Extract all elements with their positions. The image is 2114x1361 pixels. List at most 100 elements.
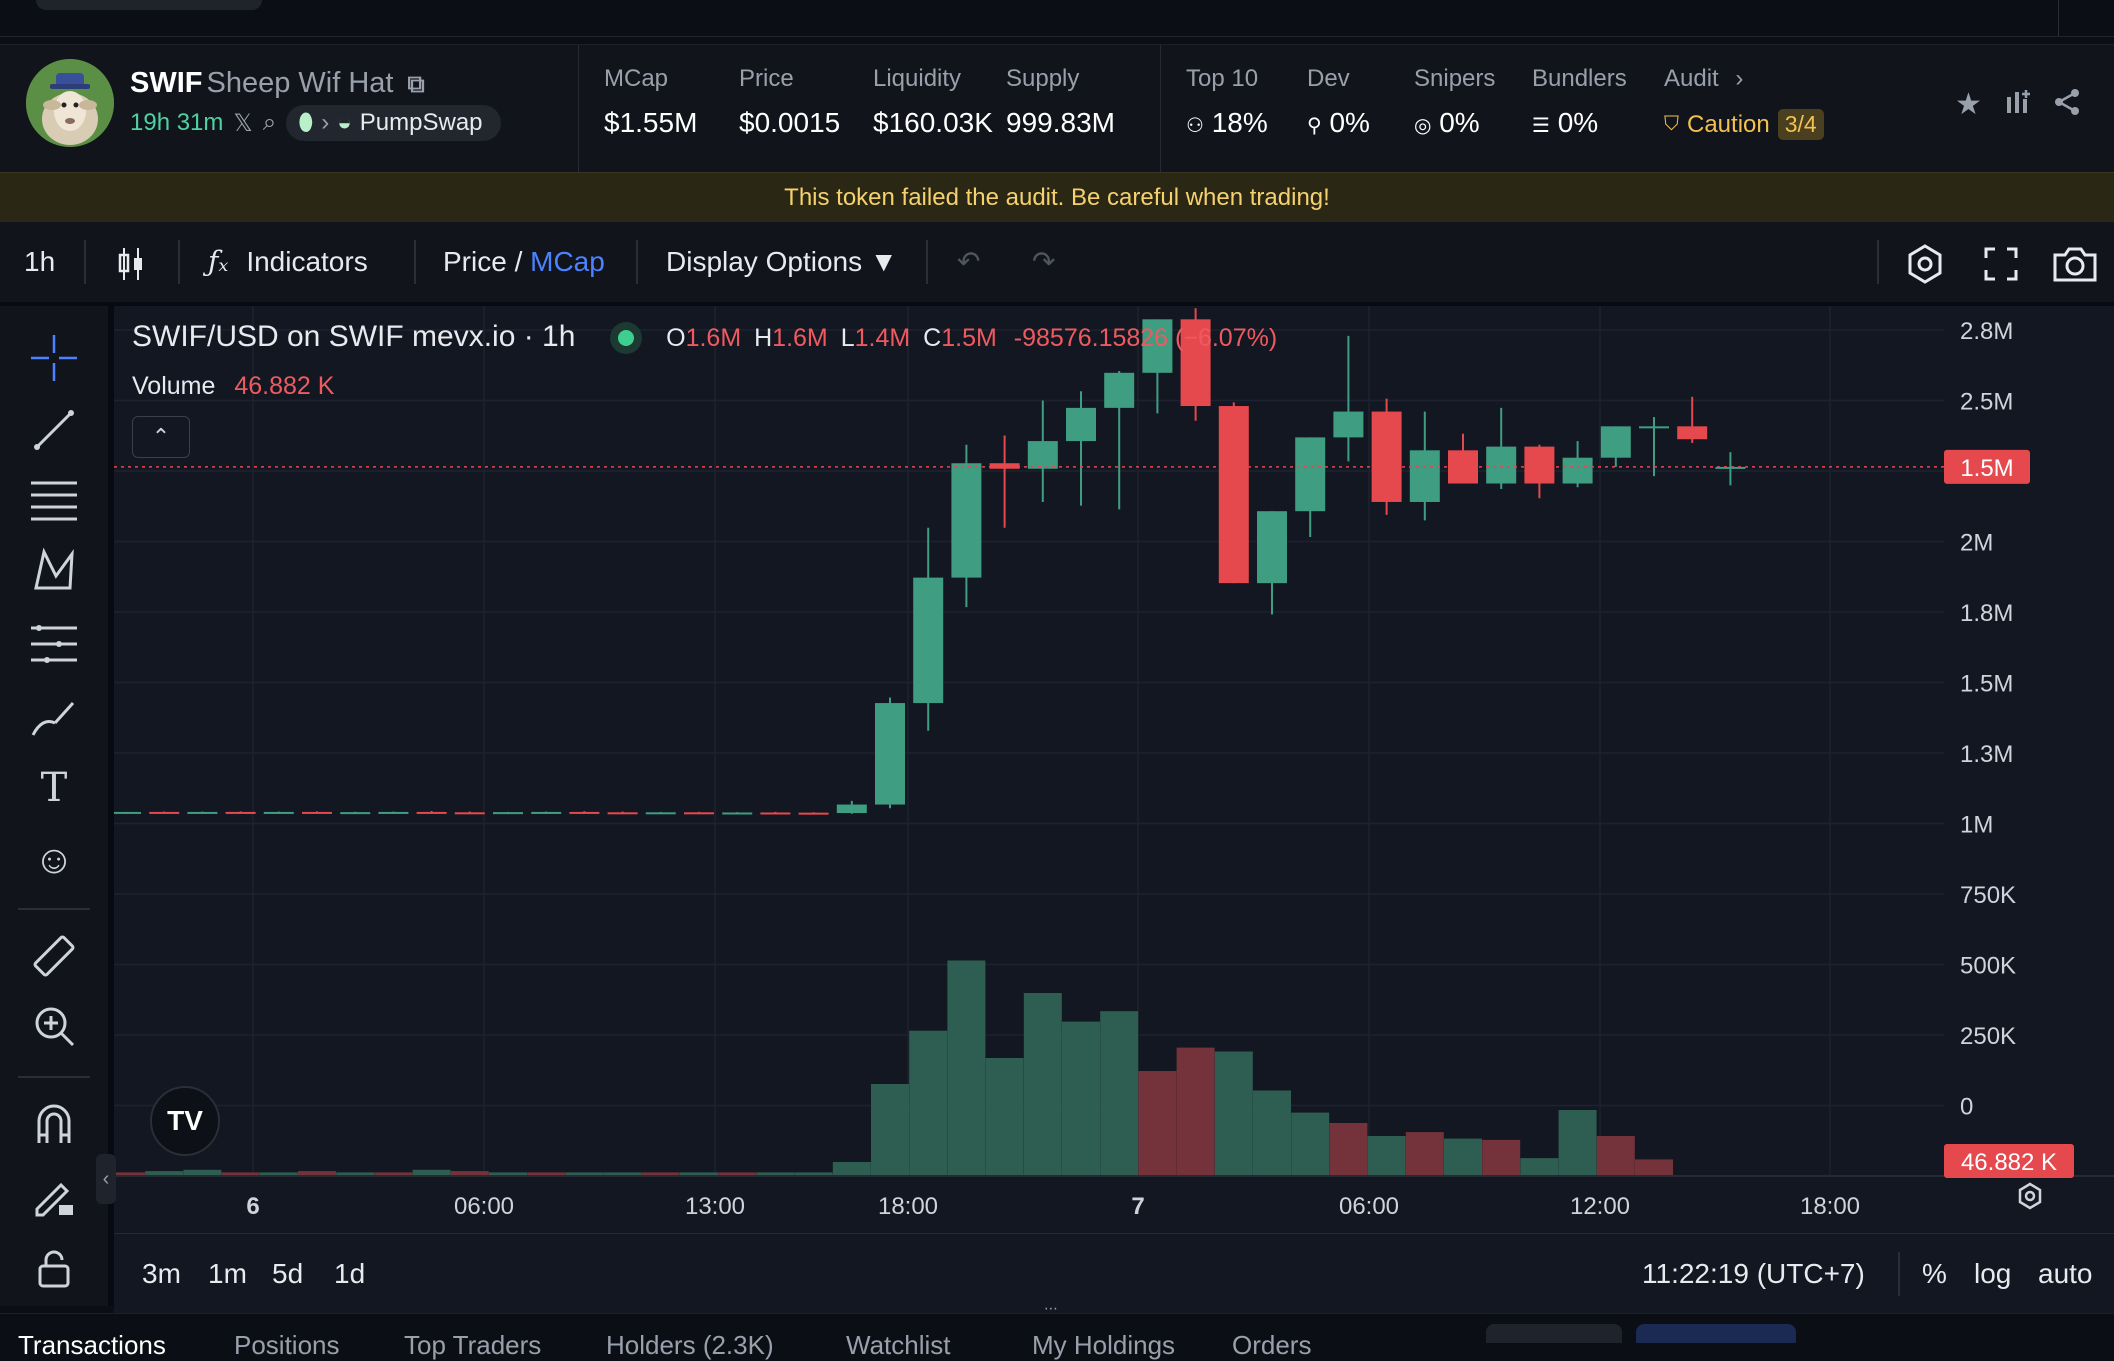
price-axis-label: 500K xyxy=(1960,953,2016,980)
crosshair-icon[interactable] xyxy=(26,330,82,386)
brush-icon[interactable] xyxy=(26,690,82,746)
candle-body xyxy=(1639,426,1669,429)
volume-bar xyxy=(1023,993,1062,1175)
candle-type-icon[interactable] xyxy=(116,222,146,302)
top-divider xyxy=(2058,0,2059,36)
range-3m[interactable]: 3m xyxy=(142,1234,181,1314)
interval-button[interactable]: 1h xyxy=(24,222,55,302)
audit-warning-banner: This token failed the audit. Be careful … xyxy=(0,172,2114,223)
candle-body xyxy=(1333,411,1364,438)
price-toggle-label: Price xyxy=(443,246,507,277)
auto-toggle[interactable]: auto xyxy=(2038,1234,2093,1314)
text-tool-icon[interactable]: T xyxy=(26,760,82,816)
ruler-icon[interactable] xyxy=(26,928,82,984)
price-axis: 2.8M2.5M2.3M2M1.8M1.5M1.3M1M750K500K250K… xyxy=(1960,318,2016,1121)
pill-icon: ⬮ xyxy=(298,109,314,136)
header-divider xyxy=(578,45,579,173)
stat-liquidity-label: Liquidity xyxy=(873,65,962,92)
emoji-icon[interactable]: ☺ xyxy=(26,832,82,888)
volume-label: Volume xyxy=(132,372,216,400)
stat-bundlers-label: Bundlers xyxy=(1532,65,1627,92)
camera-icon[interactable] xyxy=(2052,222,2098,302)
candle-body xyxy=(1486,446,1517,484)
volume-bar xyxy=(947,960,986,1175)
token-symbol: SWIF xyxy=(130,67,203,99)
trend-line-icon[interactable] xyxy=(26,402,82,458)
time-axis-label: 18:00 xyxy=(1800,1193,1860,1220)
audit-score-badge: 3/4 xyxy=(1777,109,1824,140)
chart-area[interactable]: 2.8M2.5M2.3M2M1.8M1.5M1.3M1M750K500K250K… xyxy=(96,306,2114,1306)
candle-body xyxy=(1562,457,1593,484)
tab-transactions[interactable]: Transactions xyxy=(18,1330,166,1361)
chart-add-icon[interactable] xyxy=(2004,87,2034,125)
time-axis-label: 13:00 xyxy=(685,1193,745,1220)
price-axis-label: 0 xyxy=(1960,1094,1973,1121)
tab-top-traders[interactable]: Top Traders xyxy=(404,1330,541,1361)
bottom-divider xyxy=(1898,1252,1900,1296)
pattern-icon[interactable] xyxy=(26,542,82,598)
top-pill[interactable] xyxy=(36,0,262,10)
range-1d[interactable]: 1d xyxy=(334,1234,365,1314)
undo-icon[interactable]: ↶ xyxy=(957,222,980,302)
volume-legend: Volume 46.882 K xyxy=(132,372,334,401)
stat-audit[interactable]: Audit › ⛉ Caution 3/4 xyxy=(1664,65,1824,140)
price-axis-label: 1.3M xyxy=(1960,741,2013,768)
candle-body xyxy=(1371,411,1402,502)
candle-body xyxy=(302,811,332,814)
fullscreen-icon[interactable] xyxy=(1983,222,2019,302)
caret-down-icon: ▼ xyxy=(869,246,898,277)
star-icon[interactable]: ★ xyxy=(1955,87,1982,122)
range-5d[interactable]: 5d xyxy=(272,1234,303,1314)
price-mcap-toggle[interactable]: Price / MCap xyxy=(443,222,605,302)
redo-icon[interactable]: ↷ xyxy=(1032,222,1055,302)
candle-body xyxy=(378,811,409,814)
stat-bundlers: Bundlers ☰ 0% xyxy=(1532,65,1627,139)
tab-positions[interactable]: Positions xyxy=(234,1330,340,1361)
toolbar-divider xyxy=(636,240,638,284)
volume-bar xyxy=(871,1084,909,1175)
candle-body xyxy=(1677,426,1708,440)
candle-body xyxy=(836,804,867,814)
share-icon[interactable] xyxy=(2052,87,2082,125)
clock-readout[interactable]: 11:22:19 (UTC+7) xyxy=(1642,1234,1865,1314)
unlock-icon[interactable] xyxy=(26,1240,82,1296)
copy-icon[interactable]: ⧉ xyxy=(408,71,425,98)
lock-drawings-icon[interactable] xyxy=(26,1168,82,1224)
magnet-icon[interactable] xyxy=(26,1096,82,1152)
candle-body xyxy=(684,812,714,815)
volume-bar xyxy=(832,1162,871,1175)
price-axis-label: 2.8M xyxy=(1960,318,2013,345)
display-options-button[interactable]: Display Options ▼ xyxy=(666,222,898,302)
x-twitter-icon[interactable]: 𝕏 xyxy=(233,109,252,138)
platform-pill[interactable]: ⬮ › ◒ PumpSwap xyxy=(286,105,501,141)
zoom-in-icon[interactable] xyxy=(26,998,82,1054)
candle-body xyxy=(454,812,485,815)
price-axis-label: 1M xyxy=(1960,812,1993,839)
chevron-right-icon: › xyxy=(1735,65,1744,92)
tab-holders[interactable]: Holders (2.3K) xyxy=(606,1330,774,1361)
search-icon[interactable]: ⌕ xyxy=(263,109,276,137)
tradingview-logo[interactable]: TV xyxy=(150,1086,220,1156)
tab-chip-active[interactable] xyxy=(1636,1324,1796,1343)
log-toggle[interactable]: log xyxy=(1974,1234,2011,1314)
candle-body xyxy=(187,811,218,814)
collapse-legend-button[interactable]: ⌃ xyxy=(132,416,190,458)
volume-tag: 46.882 K xyxy=(1944,1144,2074,1178)
tab-orders[interactable]: Orders xyxy=(1232,1330,1311,1361)
settings-icon[interactable] xyxy=(1903,222,1947,302)
token-age: 19h 31m xyxy=(130,109,224,136)
forecast-icon[interactable] xyxy=(26,616,82,672)
tab-my-holdings[interactable]: My Holdings xyxy=(1032,1330,1175,1361)
candle-body xyxy=(760,812,791,815)
tab-watchlist[interactable]: Watchlist xyxy=(846,1330,951,1361)
indicators-button[interactable]: ƒₓ Indicators xyxy=(208,222,368,302)
candle-body xyxy=(263,811,294,814)
range-1m[interactable]: 1m xyxy=(208,1234,247,1314)
candlestick-chart[interactable]: 2.8M2.5M2.3M2M1.8M1.5M1.3M1M750K500K250K… xyxy=(114,306,2114,1233)
collapse-toolbar-button[interactable]: ‹ xyxy=(96,1154,116,1204)
legend-change: -98576.15826 (−6.07%) xyxy=(1013,324,1278,352)
tab-chip[interactable] xyxy=(1486,1324,1622,1343)
fib-lines-icon[interactable] xyxy=(26,472,82,528)
percent-toggle[interactable]: % xyxy=(1922,1234,1947,1314)
price-tag: 1.5M xyxy=(1944,449,2030,484)
